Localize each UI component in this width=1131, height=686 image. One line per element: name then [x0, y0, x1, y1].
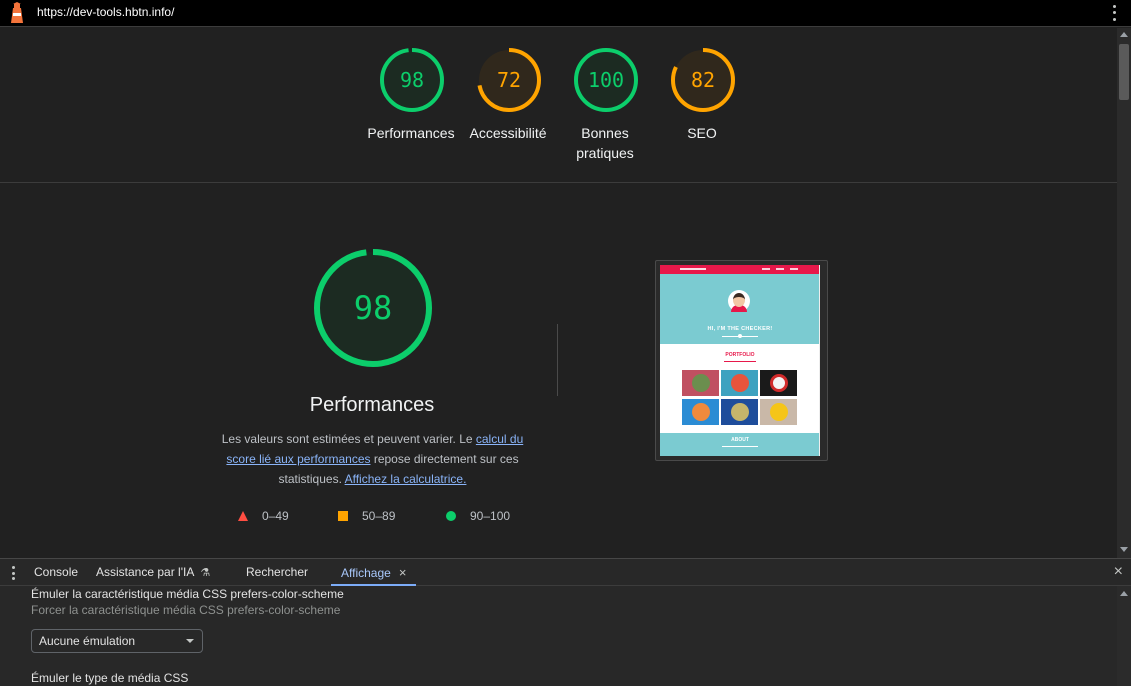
chevron-down-icon: [186, 639, 194, 643]
performance-score-label[interactable]: Performances: [356, 123, 466, 143]
circle-icon: [446, 511, 456, 521]
avatar: [728, 290, 750, 312]
color-scheme-subtitle: Forcer la caractéristique média CSS pref…: [31, 603, 341, 617]
color-scheme-select[interactable]: Aucune émulation: [31, 629, 203, 653]
drawer-tabbar: Console Assistance par l'IA ⚗ Rechercher …: [0, 558, 1131, 586]
scroll-up-icon[interactable]: [1120, 591, 1128, 596]
legend-pass: 90–100: [446, 508, 510, 524]
thumbnail-about-title: ABOUT: [731, 437, 749, 443]
tab-ai-assistance[interactable]: Assistance par l'IA ⚗: [96, 559, 210, 586]
best-practices-score-label[interactable]: Bonnes pratiques: [565, 123, 645, 163]
close-tab-icon[interactable]: ×: [399, 565, 407, 580]
seo-score-value: 82: [690, 68, 716, 92]
scrollbar-thumb[interactable]: [1119, 44, 1129, 100]
close-drawer-icon[interactable]: ×: [1114, 564, 1123, 580]
scroll-down-icon[interactable]: [1120, 547, 1128, 552]
legend-fail: 0–49: [238, 508, 289, 524]
media-type-title: Émuler le type de média CSS: [31, 671, 189, 685]
flask-icon: ⚗: [200, 567, 211, 579]
tab-rendering[interactable]: Affichage ×: [331, 559, 417, 586]
best-practices-score-value: 100: [587, 68, 625, 92]
legend-average: 50–89: [338, 508, 395, 524]
performance-score-gauge[interactable]: 98: [379, 47, 445, 113]
thumbnail-portfolio-title: PORTFOLIO: [725, 352, 755, 358]
seo-score-label[interactable]: SEO: [647, 123, 757, 143]
performance-gauge: 98: [311, 246, 435, 370]
tab-search[interactable]: Rechercher: [246, 559, 308, 586]
scroll-up-icon[interactable]: [1120, 32, 1128, 37]
thumbnail-hero-text: HI, I'M THE CHECKER!: [707, 326, 773, 332]
performance-title: Performances: [309, 394, 435, 416]
square-icon: [338, 511, 348, 521]
triangle-icon: [238, 511, 248, 521]
rendering-panel: Émuler la caractéristique média CSS pref…: [0, 586, 1117, 686]
accessibility-score-label[interactable]: Accessibilité: [453, 123, 563, 143]
accessibility-score-value: 72: [496, 68, 522, 92]
address-bar: https://dev-tools.hbtn.info/: [0, 0, 1131, 27]
vertical-divider: [557, 324, 558, 396]
performance-description: Les valeurs sont estimées et peuvent var…: [221, 432, 524, 486]
lighthouse-icon: [11, 2, 23, 23]
calculator-link[interactable]: Affichez la calculatrice.: [345, 472, 467, 486]
page-url[interactable]: https://dev-tools.hbtn.info/: [37, 5, 174, 19]
tab-console[interactable]: Console: [34, 559, 78, 586]
accessibility-score-gauge[interactable]: 72: [476, 47, 542, 113]
drawer-menu-icon[interactable]: [11, 566, 15, 580]
seo-score-gauge[interactable]: 82: [670, 47, 736, 113]
best-practices-score-gauge[interactable]: 100: [573, 47, 639, 113]
lighthouse-report: 98 Performances 72 Accessibilité 100 Bonnes p…: [0, 28, 1117, 558]
report-scrollbar[interactable]: [1117, 28, 1131, 558]
page-screenshot-thumbnail[interactable]: HI, I'M THE CHECKER! PORTFOLIO ABOUT: [655, 260, 828, 461]
performance-score-value: 98: [399, 68, 425, 92]
drawer-scrollbar[interactable]: [1117, 586, 1131, 686]
color-scheme-title: Émuler la caractéristique média CSS pref…: [31, 587, 344, 601]
performance-score: 98: [353, 289, 393, 327]
section-divider: [0, 182, 1117, 183]
kebab-menu-icon[interactable]: [1111, 3, 1117, 23]
